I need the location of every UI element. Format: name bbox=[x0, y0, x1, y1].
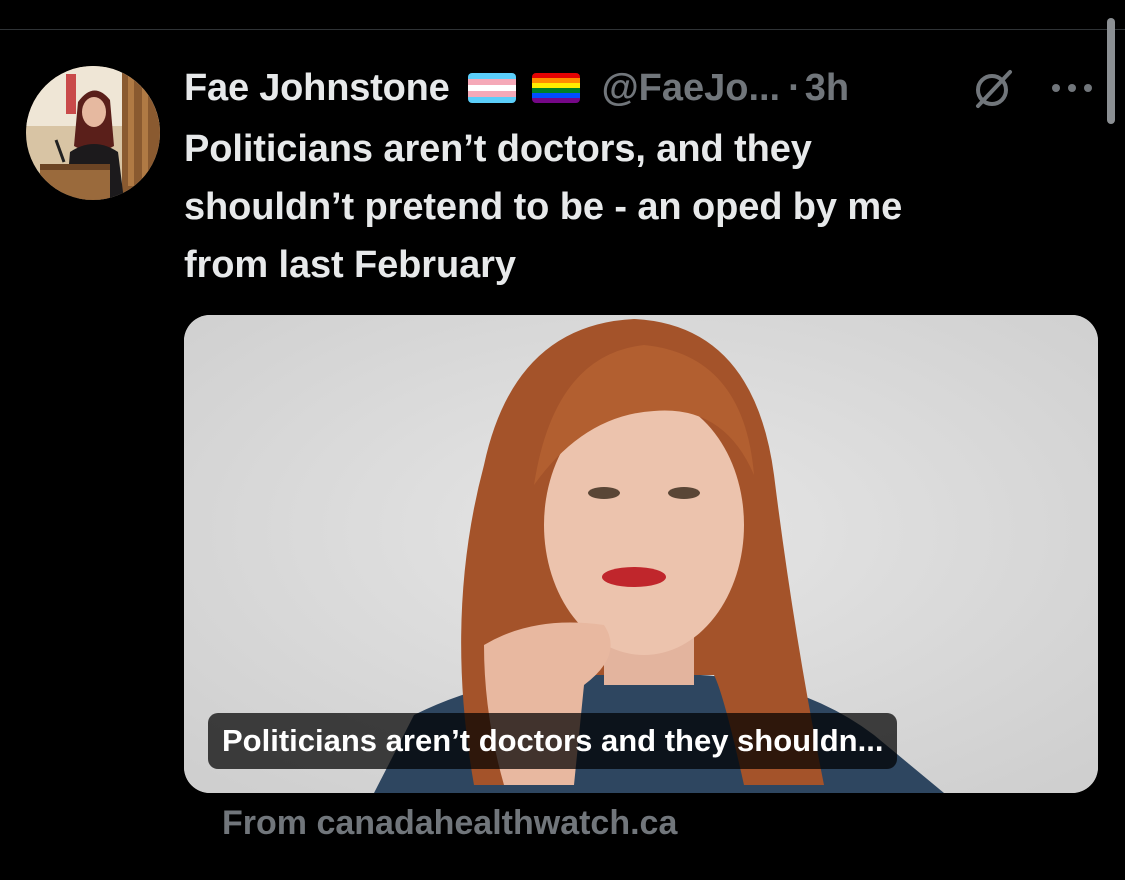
grok-icon[interactable] bbox=[970, 66, 1016, 112]
top-divider bbox=[0, 29, 1125, 30]
author-avatar[interactable] bbox=[26, 66, 160, 200]
post-timestamp[interactable]: 3h bbox=[805, 67, 849, 110]
transgender-flag-icon bbox=[467, 73, 516, 103]
separator-dot: · bbox=[788, 66, 801, 109]
post-text: Politicians aren’t doctors, and they sho… bbox=[184, 120, 1084, 294]
author-handle[interactable]: @FaeJo... bbox=[602, 67, 781, 110]
post-text-line: shouldn’t pretend to be - an oped by me bbox=[184, 186, 903, 228]
link-card[interactable]: Politicians aren’t doctors and they shou… bbox=[184, 315, 1098, 793]
post-header: Fae Johnstone @FaeJo... · 3h bbox=[184, 62, 849, 114]
post-text-line: Politicians aren’t doctors, and they bbox=[184, 128, 812, 170]
author-avatar-photo bbox=[26, 66, 160, 200]
author-display-name[interactable]: Fae Johnstone bbox=[184, 67, 450, 110]
link-card-caption[interactable]: Politicians aren’t doctors and they shou… bbox=[208, 713, 898, 769]
more-options-icon[interactable] bbox=[1048, 78, 1096, 98]
rainbow-flag-icon bbox=[531, 73, 580, 103]
scrollbar[interactable] bbox=[1107, 18, 1115, 124]
link-source[interactable]: From canadahealthwatch.ca bbox=[222, 804, 677, 843]
post-text-line: from last February bbox=[184, 244, 516, 286]
